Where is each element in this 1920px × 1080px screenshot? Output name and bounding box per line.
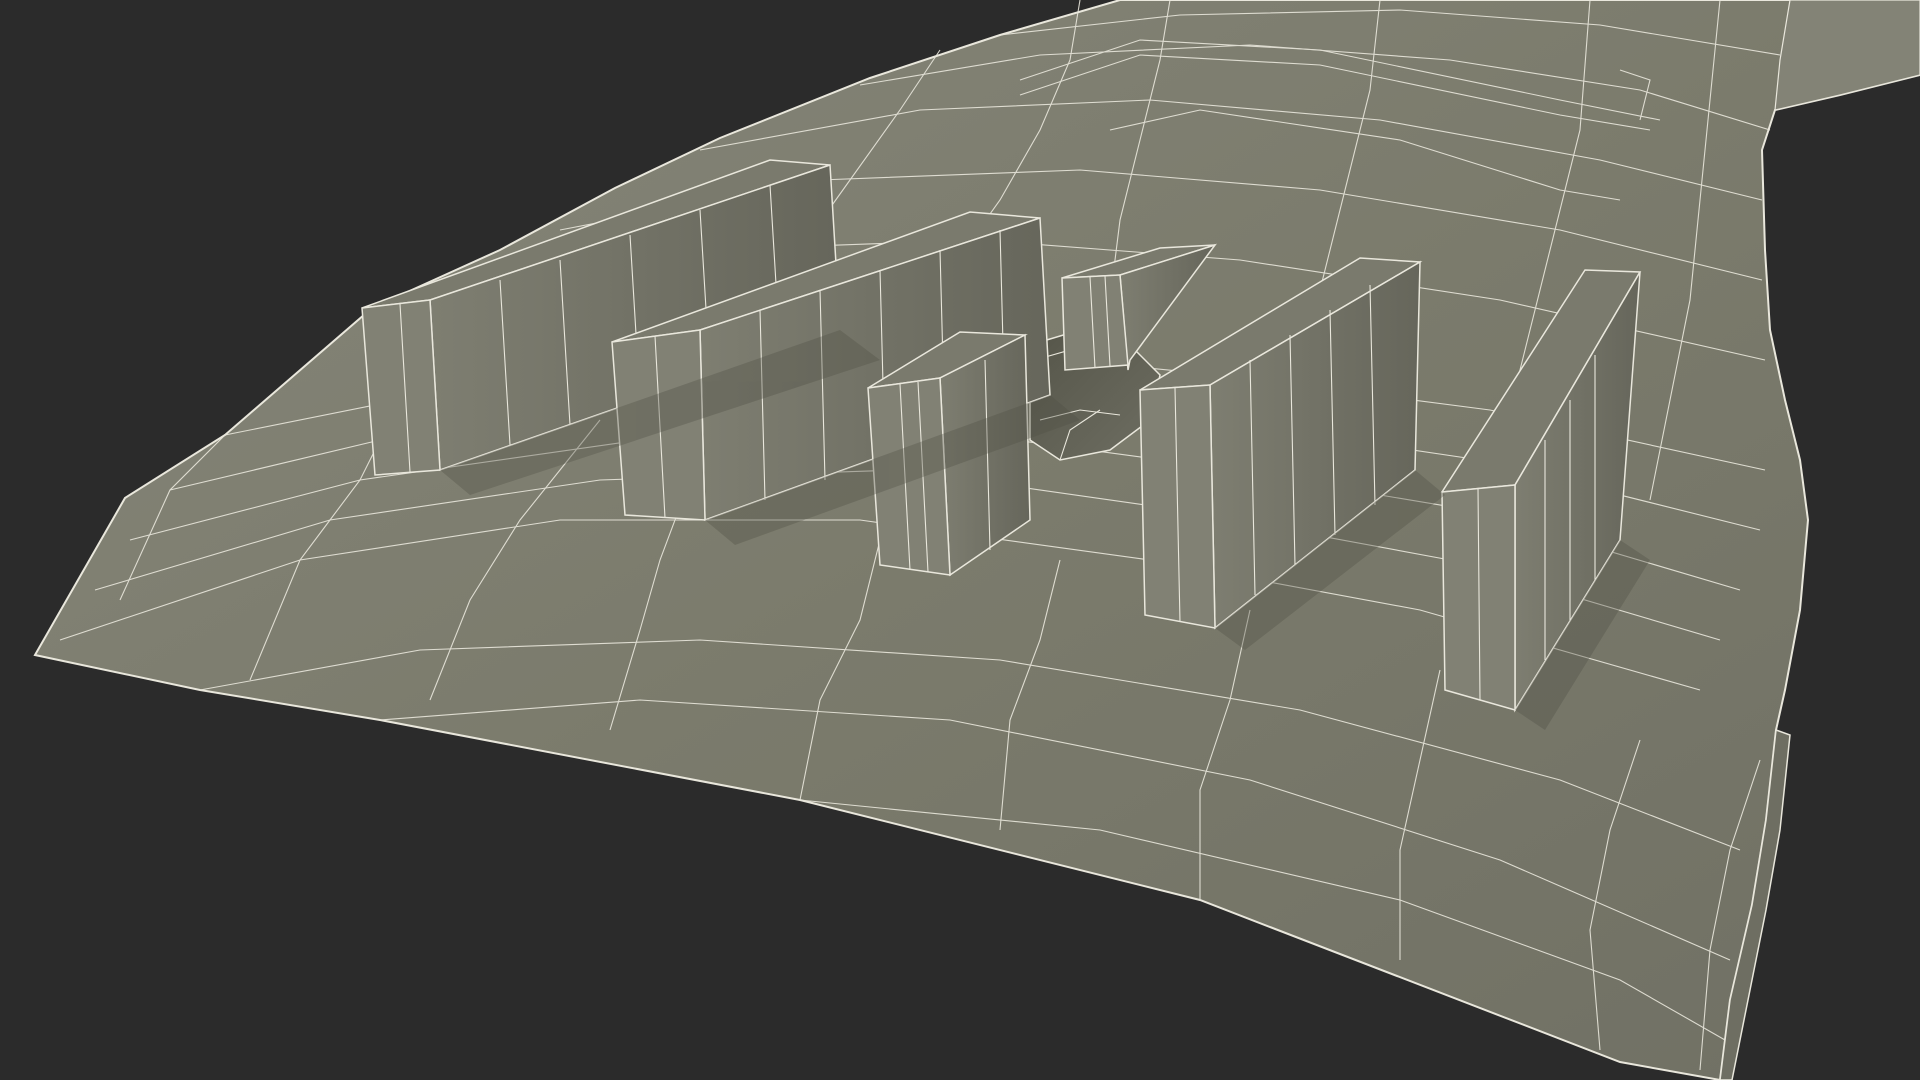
render-viewport bbox=[0, 0, 1920, 1080]
wireframe-render bbox=[0, 0, 1920, 1080]
